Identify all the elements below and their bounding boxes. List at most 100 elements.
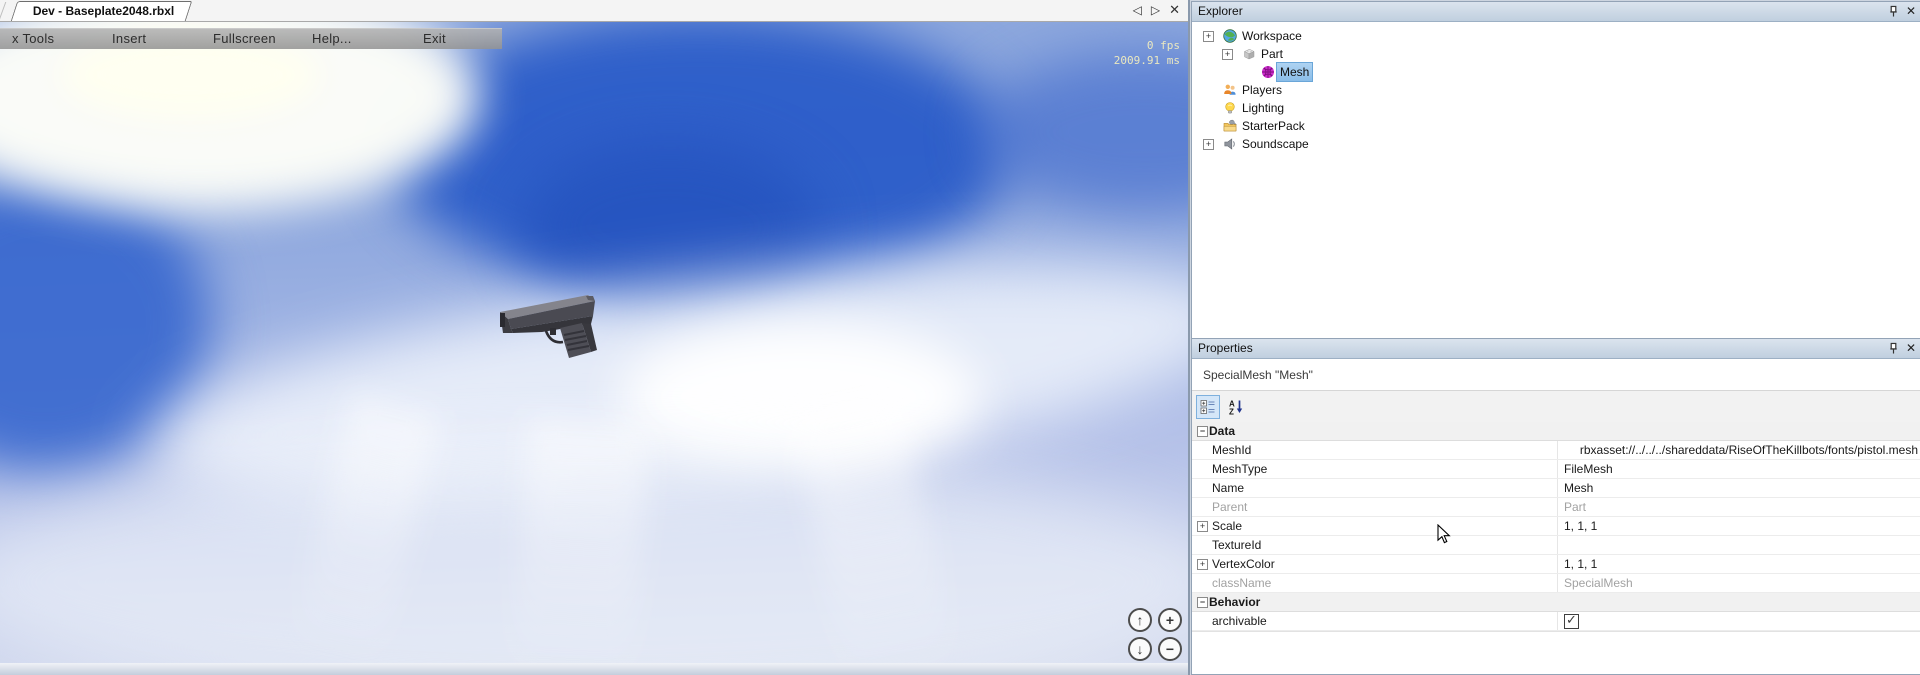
pin-icon[interactable] [1888,5,1899,18]
archivable-checkbox[interactable]: ✓ [1564,614,1579,629]
tilt-down-button[interactable]: ↓ [1128,637,1152,661]
menu-item-exit[interactable]: Exit [423,29,446,49]
close-icon[interactable]: ✕ [1906,341,1916,356]
tab-prev-icon[interactable]: ◁ [1133,2,1142,18]
mouse-cursor [1437,524,1452,545]
menu-bar: x Tools Insert Fullscreen Help... Exit [0,28,502,49]
menu-item-fullscreen[interactable]: Fullscreen [213,29,276,49]
prop-row-meshid[interactable]: MeshId rbxasset://../../../shareddata/Ris… [1192,441,1920,460]
collapse-icon[interactable]: − [1197,426,1208,437]
fps-value: 0 fps [1114,38,1180,53]
close-icon[interactable]: ✕ [1906,4,1916,19]
tree-item-label[interactable]: Part [1258,45,1286,63]
part-brick-icon [1242,47,1256,61]
properties-panel: Properties ✕ SpecialMesh "Mesh" [1191,338,1920,675]
prop-row-vertexcolor[interactable]: +VertexColor1, 1, 1 [1192,555,1920,574]
section-header-data[interactable]: −Data [1192,422,1920,441]
prop-value[interactable]: SpecialMesh [1558,574,1920,592]
prop-row-name[interactable]: Name Mesh [1192,479,1920,498]
tree-item-label[interactable]: Players [1239,81,1285,99]
soundscape-icon [1223,137,1237,151]
frame-time-value: 2009.91 ms [1114,53,1180,68]
categorized-icon[interactable] [1196,395,1220,419]
menu-item-insert[interactable]: Insert [112,29,146,49]
down-arrow-icon: ↓ [1137,642,1144,656]
tree-item-label[interactable]: Mesh [1277,63,1312,81]
expand-icon[interactable]: + [1203,139,1214,150]
tree-row-workspace[interactable]: + Workspace [1192,27,1920,45]
tree-item-label[interactable]: StarterPack [1239,117,1308,135]
collapse-icon[interactable]: − [1197,597,1208,608]
window-bottom-edge [0,663,1188,675]
prop-name: TextureId [1212,538,1261,552]
expand-icon[interactable]: + [1203,31,1214,42]
minus-icon: − [1166,642,1174,656]
tree-row-lighting[interactable]: Lighting [1192,99,1920,117]
mesh-icon [1261,65,1275,79]
pin-icon[interactable] [1888,342,1899,355]
prop-value[interactable]: FileMesh [1558,460,1920,478]
tree-item-label[interactable]: Lighting [1239,99,1287,117]
svg-text:Z: Z [1229,407,1234,415]
expand-icon[interactable]: + [1197,559,1208,570]
prop-name: archivable [1212,614,1267,628]
property-grid: −Data MeshId rbxasset://../../../shareddat… [1192,422,1920,632]
properties-title: Properties [1198,339,1253,358]
pistol-mesh-object[interactable] [498,288,616,360]
prop-value[interactable]: 1, 1, 1 [1558,555,1920,573]
up-arrow-icon: ↑ [1137,613,1144,627]
prop-value[interactable] [1558,536,1920,554]
explorer-title: Explorer [1198,2,1243,21]
tree-row-soundscape[interactable]: + Soundscape [1192,135,1920,153]
properties-header[interactable]: Properties ✕ [1192,339,1920,359]
prop-row-parent[interactable]: ParentPart [1192,498,1920,517]
checkmark-icon: ✓ [1566,612,1577,629]
cloud-streak [511,418,649,664]
tree-row-starterpack[interactable]: StarterPack [1192,117,1920,135]
section-header-behavior[interactable]: −Behavior [1192,593,1920,612]
selected-object-label: SpecialMesh "Mesh" [1192,368,1313,382]
viewport-3d[interactable]: Dev - Baseplate2048.rbxl ◁ ▷ ✕ x Tools In… [0,0,1188,675]
zoom-out-button[interactable]: − [1158,637,1182,661]
document-tab[interactable]: Dev - Baseplate2048.rbxl [11,1,193,21]
selected-object-bar: SpecialMesh "Mesh" [1192,359,1920,391]
explorer-panel: Explorer ✕ + Workspace + PartMeshPlayersLig… [1191,1,1920,339]
expand-icon[interactable]: + [1197,521,1208,532]
prop-value[interactable]: Part [1558,498,1920,516]
expand-icon[interactable]: + [1222,49,1233,60]
menu-item-x-tools[interactable]: x Tools [12,29,54,49]
prop-row-textureid[interactable]: TextureId [1192,536,1920,555]
explorer-header[interactable]: Explorer ✕ [1192,2,1920,22]
prop-name: MeshType [1212,462,1267,476]
players-icon [1223,83,1237,97]
tab-next-icon[interactable]: ▷ [1151,2,1160,18]
menu-item-help[interactable]: Help... [312,29,352,49]
prop-value[interactable]: Mesh [1558,479,1920,497]
workspace-globe-icon [1223,29,1237,43]
az-sort-icon[interactable]: A Z [1224,395,1248,419]
zoom-in-button[interactable]: + [1158,608,1182,632]
tilt-up-button[interactable]: ↑ [1128,608,1152,632]
tree-row-players[interactable]: Players [1192,81,1920,99]
prop-row-archivable[interactable]: archivable ✓ [1192,612,1920,631]
prop-row-classname[interactable]: classNameSpecialMesh [1192,574,1920,593]
properties-toolbar: A Z [1192,391,1920,423]
prop-name: MeshId [1212,443,1251,457]
prop-name: Name [1212,481,1244,495]
prop-name: Scale [1212,519,1242,533]
prop-value[interactable]: rbxasset://../../../shareddata/RiseOfThe… [1558,441,1920,459]
prop-value: ✓ [1558,612,1920,630]
prop-value[interactable]: 1, 1, 1 [1558,517,1920,535]
section-label: Behavior [1209,595,1260,609]
sky-render[interactable]: x Tools Insert Fullscreen Help... Exit 0 fps… [0,22,1188,664]
tab-close-icon[interactable]: ✕ [1169,2,1180,18]
lighting-icon [1223,101,1237,115]
tree-item-label[interactable]: Workspace [1239,27,1305,45]
prop-row-meshtype[interactable]: MeshType FileMesh [1192,460,1920,479]
dock-column: Explorer ✕ +Workspace+PartMeshPlayersLig… [1188,0,1920,675]
tree-row-mesh[interactable]: Mesh [1192,63,1920,81]
prop-row-scale[interactable]: + Scale 1, 1, 1 [1192,517,1920,536]
tree-item-label[interactable]: Soundscape [1239,135,1312,153]
fps-overlay: 0 fps 2009.91 ms [1114,38,1180,68]
tree-row-part[interactable]: + Part [1192,45,1920,63]
